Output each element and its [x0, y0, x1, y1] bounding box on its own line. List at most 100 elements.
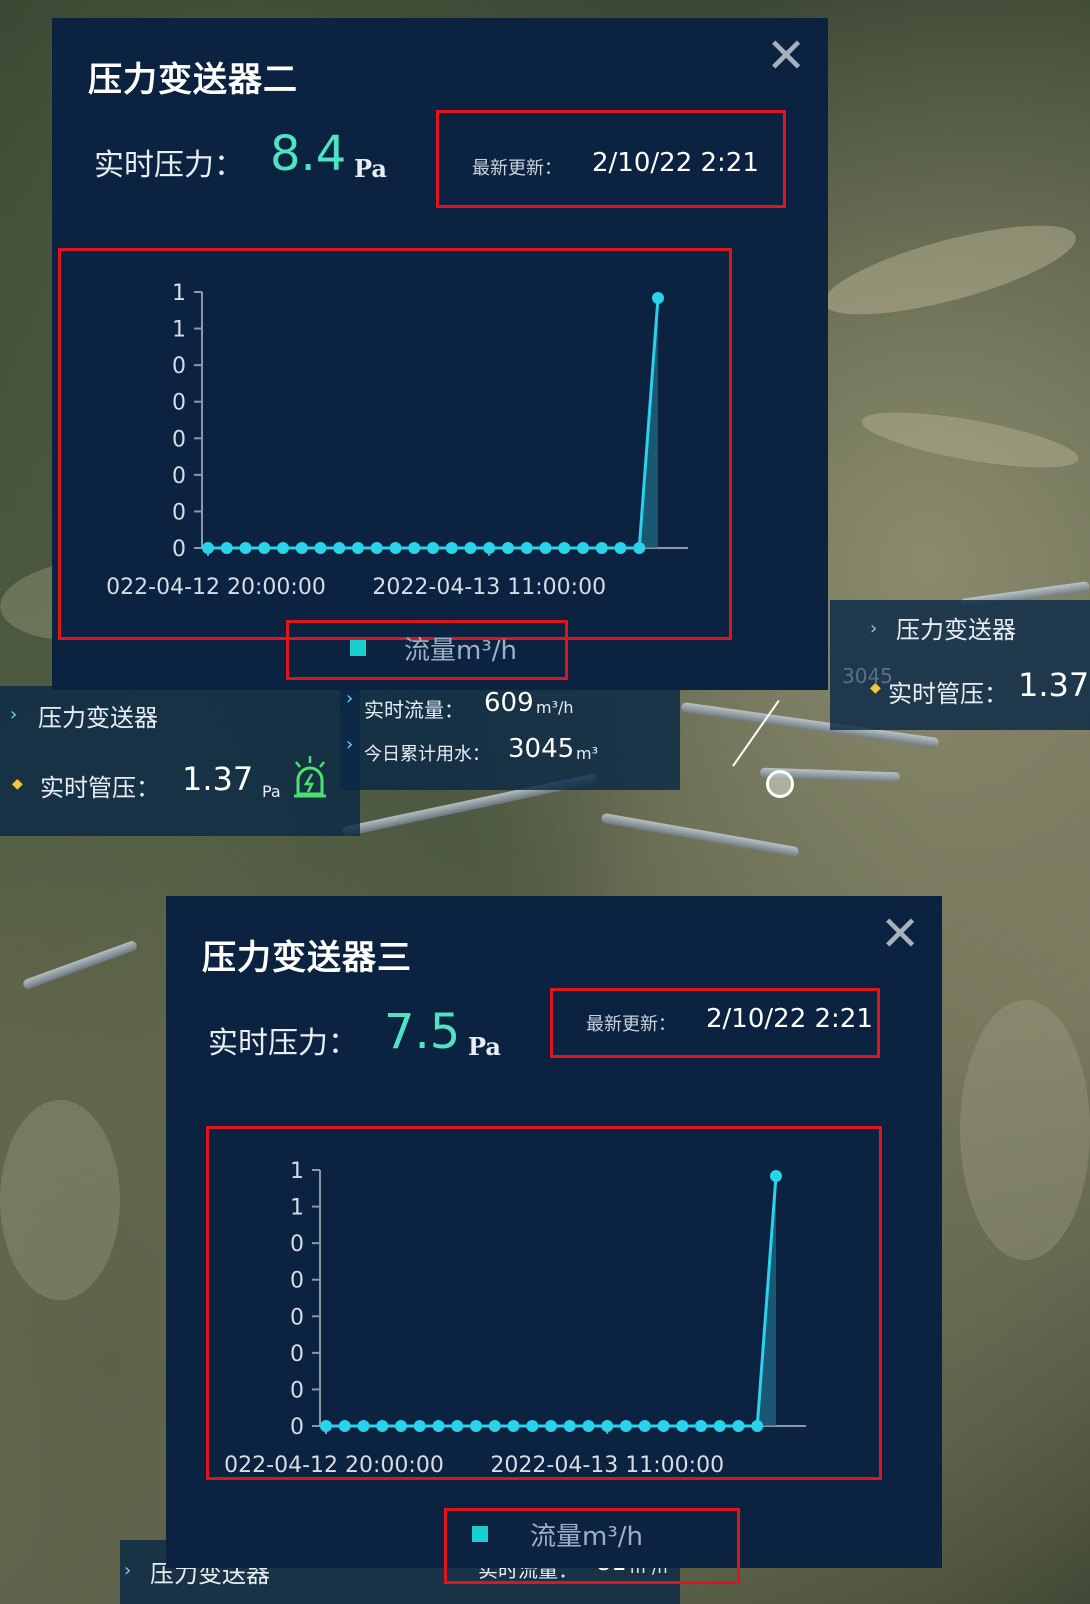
close-icon[interactable]: ✕ — [766, 32, 806, 80]
close-icon[interactable]: ✕ — [880, 910, 920, 958]
legend-swatch — [472, 1526, 488, 1542]
right-sensor-card[interactable]: › 压力变送器 3045 ◆ 实时管压： 1.37 — [830, 600, 1090, 730]
y-tick-label: 0 — [290, 1269, 304, 1294]
legend-swatch — [350, 640, 366, 656]
pressure-unit: Pa — [468, 1032, 501, 1061]
data-point — [633, 542, 646, 554]
data-point — [652, 292, 664, 304]
flow-value: 609 — [484, 688, 534, 718]
data-point — [713, 1420, 726, 1432]
data-point — [202, 542, 214, 554]
popup-title: 压力变送器三 — [202, 938, 412, 978]
data-point — [352, 542, 364, 554]
pressure-label: 实时压力： — [94, 148, 244, 183]
data-point — [483, 542, 496, 554]
data-point — [526, 1420, 539, 1432]
alarm-light-icon[interactable] — [290, 754, 330, 800]
data-point — [320, 1420, 332, 1432]
update-time: 2/10/22 2:21 — [706, 1004, 873, 1034]
flow-chart: 0 0 0 0 0 0 1 1 022-04-12 20:00:00 2022-04-13 11:… — [106, 281, 688, 600]
chevron-right-icon: › — [346, 734, 354, 755]
data-point — [239, 542, 252, 554]
data-point — [507, 1420, 520, 1432]
data-point — [520, 542, 533, 554]
data-point — [582, 1420, 595, 1432]
legend-label[interactable]: 流量m³/h — [404, 630, 517, 667]
y-tick-label: 1 — [290, 1196, 304, 1221]
series-line — [208, 297, 660, 550]
series-line — [326, 1175, 778, 1428]
data-point — [445, 542, 458, 554]
y-tick-label: 0 — [290, 1232, 304, 1257]
pipe — [600, 812, 800, 858]
data-point — [413, 1420, 426, 1432]
data-point — [464, 542, 477, 554]
data-point — [395, 1420, 407, 1432]
data-point — [389, 542, 402, 554]
data-point — [338, 1420, 351, 1432]
legend-label[interactable]: 流量m³/h — [530, 1516, 643, 1553]
chevron-right-icon: › — [870, 618, 878, 639]
y-tick-label: 0 — [290, 1342, 304, 1367]
data-point — [370, 542, 383, 554]
pipe-pressure-label: 实时管压： — [888, 680, 1008, 708]
data-point — [657, 1420, 670, 1432]
data-point — [427, 542, 439, 554]
pipe-pressure-value: 1.37 — [182, 760, 254, 798]
y-tick-label: 0 — [290, 1415, 304, 1440]
data-point — [333, 542, 346, 554]
x-tick-label: 022-04-12 20:00:00 — [224, 1453, 444, 1476]
data-point — [577, 542, 589, 554]
chevron-right-icon: › — [346, 688, 354, 709]
data-point — [770, 1170, 782, 1182]
pipe-pressure-label: 实时管压： — [40, 774, 160, 802]
data-point — [376, 1420, 389, 1432]
y-tick-label: 0 — [290, 1305, 304, 1330]
data-point — [314, 542, 327, 554]
data-point — [277, 542, 289, 554]
data-point — [563, 1420, 576, 1432]
data-point — [601, 1420, 614, 1432]
data-point — [470, 1420, 482, 1432]
y-tick-label: 0 — [172, 391, 186, 416]
x-tick-label: 2022-04-13 11:00:00 — [372, 575, 606, 600]
data-point — [614, 542, 627, 554]
y-tick-label: 0 — [172, 500, 186, 525]
ghost-value: 3045 — [842, 664, 893, 688]
data-point — [545, 1420, 557, 1432]
update-label: 最新更新： — [472, 158, 562, 179]
y-tick-label: 1 — [290, 1159, 304, 1184]
update-label: 最新更新： — [586, 1014, 676, 1035]
pipe — [21, 939, 139, 991]
data-point — [751, 1420, 764, 1432]
card-title: 压力变送器 — [896, 616, 1016, 644]
data-point — [488, 1420, 501, 1432]
data-point — [258, 542, 271, 554]
data-point — [558, 542, 571, 554]
x-tick-label: 2022-04-13 11:00:00 — [490, 1453, 724, 1476]
y-tick-label: 0 — [172, 464, 186, 489]
chevron-right-icon: › — [124, 1560, 132, 1581]
flow-unit: m³/h — [536, 698, 574, 717]
data-point — [502, 542, 514, 554]
data-point — [357, 1420, 370, 1432]
y-tick-label: 1 — [172, 281, 186, 306]
data-point — [432, 1420, 445, 1432]
pressure-value: 7.5 — [384, 1004, 461, 1060]
node-marker[interactable] — [766, 770, 794, 798]
diamond-icon: ◆ — [12, 776, 23, 792]
flow-card[interactable]: › 实时流量： 609 m³/h › 今日累计用水： 3045 m³ — [340, 680, 680, 790]
data-point — [595, 542, 608, 554]
data-point — [620, 1420, 632, 1432]
data-point — [220, 542, 233, 554]
data-point — [676, 1420, 689, 1432]
pressure-unit: Pa — [354, 154, 387, 183]
left-sensor-card[interactable]: › 压力变送器 ◆ 实时管压： 1.37 Pa — [0, 686, 360, 836]
y-tick-label: 0 — [290, 1378, 304, 1403]
sensor-popup-2: 压力变送器二 ✕ 实时压力： 8.4 Pa 最新更新： 2/10/22 2:21… — [52, 18, 828, 690]
daily-total-value: 3045 — [508, 734, 575, 764]
popup-title: 压力变送器二 — [88, 60, 298, 100]
x-tick-label: 022-04-12 20:00:00 — [106, 575, 326, 600]
data-point — [451, 1420, 464, 1432]
sensor-popup-3: 压力变送器三 ✕ 实时压力： 7.5 Pa 最新更新： 2/10/22 2:21… — [166, 896, 942, 1584]
